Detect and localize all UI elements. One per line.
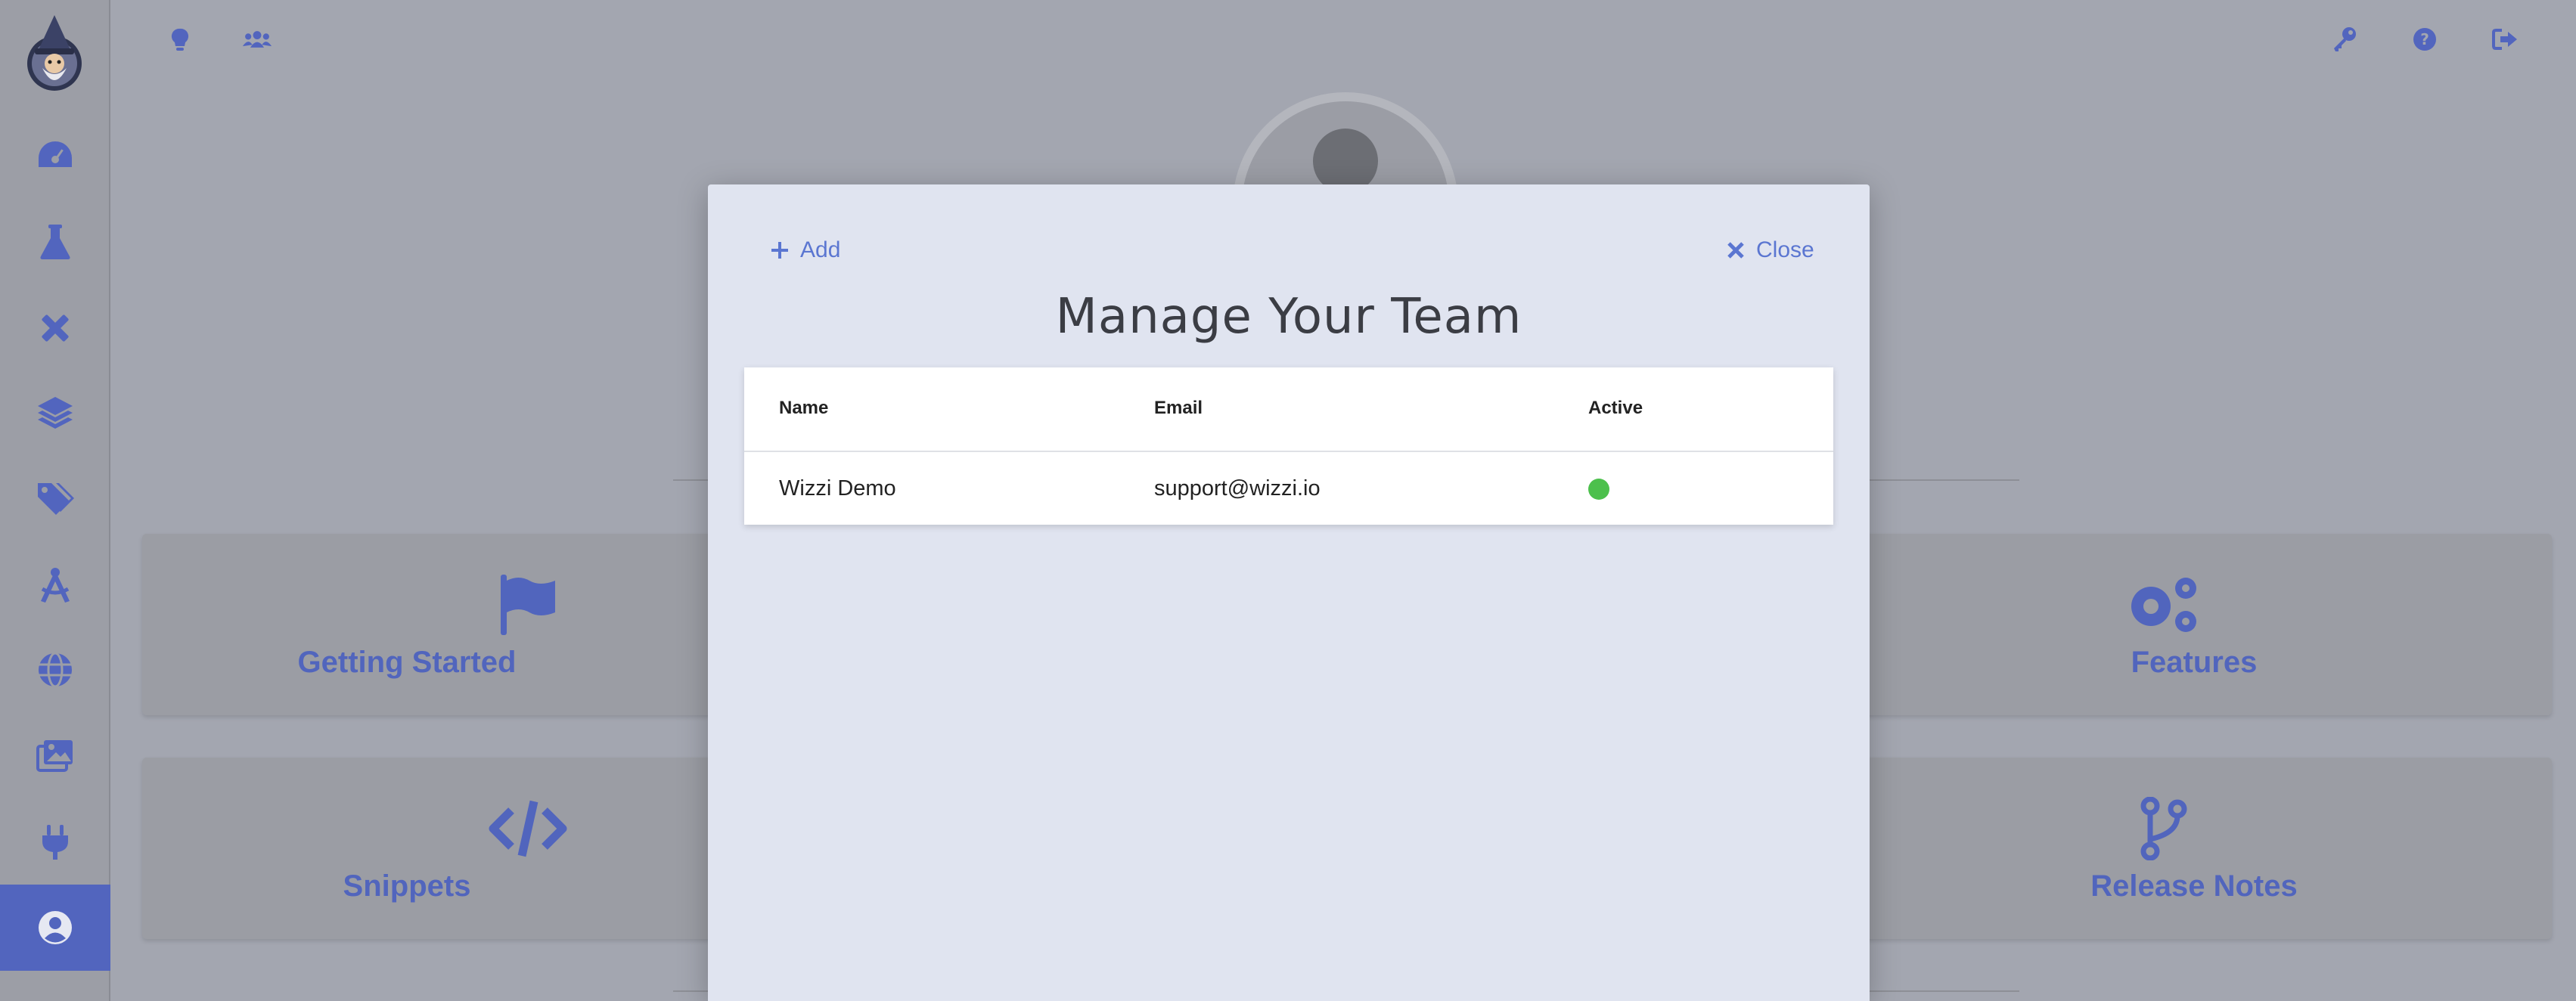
images-icon <box>36 740 73 772</box>
code-branch-icon <box>2140 796 2188 864</box>
add-button-label: Add <box>800 237 841 262</box>
sidebar-item-images[interactable] <box>0 714 110 798</box>
sidebar-item-drafting[interactable] <box>0 543 110 628</box>
sidebar-item-layers[interactable] <box>0 370 110 455</box>
layers-icon <box>38 397 73 429</box>
sidebar-item-tags[interactable] <box>0 457 110 541</box>
code-icon <box>489 797 567 864</box>
key-icon[interactable] <box>2329 24 2360 54</box>
team-table: Name Email Active Wizzi Demo support@wiz… <box>744 367 1833 525</box>
svg-text:?: ? <box>2420 30 2429 48</box>
lightbulb-icon[interactable] <box>165 24 195 54</box>
flask-icon <box>40 225 70 259</box>
user-circle-icon <box>39 911 72 944</box>
flag-icon <box>496 573 560 640</box>
column-header-active: Active <box>1588 398 1643 418</box>
tags-icon <box>38 483 74 515</box>
users-icon[interactable] <box>242 24 275 54</box>
compass-drafting-icon <box>41 568 70 603</box>
column-header-name: Name <box>779 398 829 418</box>
column-header-email: Email <box>1154 398 1203 418</box>
modal-title: Manage Your Team <box>1055 289 1522 345</box>
gears-icon <box>2124 573 2204 640</box>
table-header: Name Email Active <box>744 367 1833 452</box>
sidebar-item-flask[interactable] <box>0 200 110 284</box>
member-name: Wizzi Demo <box>779 476 896 500</box>
add-button[interactable]: Add <box>770 237 840 263</box>
close-button-label: Close <box>1756 237 1814 262</box>
sign-out-icon[interactable] <box>2490 24 2520 54</box>
dashboard-icon <box>39 141 72 167</box>
table-row[interactable]: Wizzi Demo support@wizzi.io <box>744 452 1833 525</box>
manage-team-modal: Add Close Manage Your Team Name Email Ac… <box>708 184 1870 1001</box>
wizard-logo-icon[interactable] <box>24 14 85 92</box>
design-tools-icon <box>42 315 69 342</box>
help-icon[interactable]: ? <box>2410 24 2440 54</box>
plus-icon <box>771 242 788 259</box>
close-icon <box>1727 242 1744 259</box>
active-status-indicator[interactable] <box>1588 479 1609 500</box>
sidebar <box>0 0 110 1001</box>
sidebar-item-dashboard[interactable] <box>0 115 110 200</box>
close-button[interactable]: Close <box>1726 237 1814 263</box>
sidebar-item-design[interactable] <box>0 286 110 370</box>
plug-icon <box>42 825 68 860</box>
member-email: support@wizzi.io <box>1154 476 1321 500</box>
